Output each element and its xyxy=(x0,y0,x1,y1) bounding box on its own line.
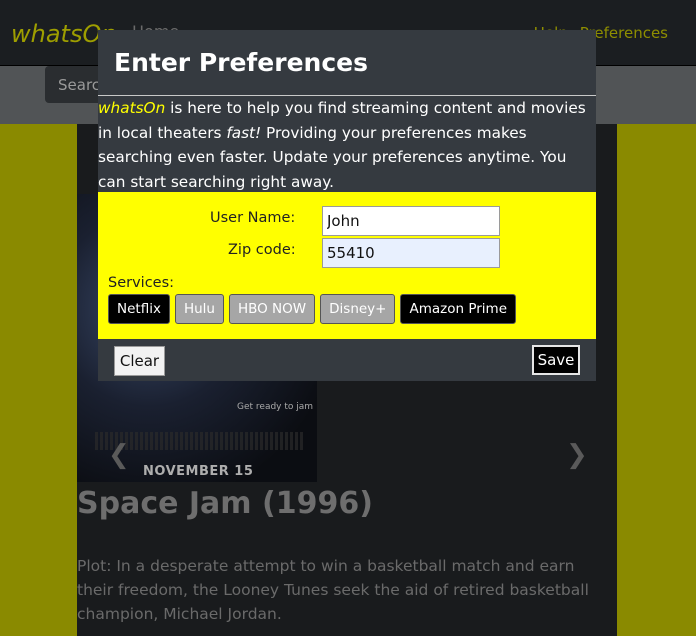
service-hbo-now-button[interactable]: HBO NOW xyxy=(228,294,316,324)
intro-brand: whatsOn xyxy=(98,99,166,117)
service-disney-plus-button[interactable]: Disney+ xyxy=(320,294,396,324)
save-button[interactable]: Save xyxy=(532,345,580,375)
zip-input[interactable] xyxy=(322,238,500,268)
modal-title: Enter Preferences xyxy=(114,48,368,77)
service-hulu-button[interactable]: Hulu xyxy=(174,294,224,324)
movie-title: Space Jam (1996) xyxy=(77,486,373,521)
services-label: Services: xyxy=(108,275,175,291)
poster-release-date: NOVEMBER 15 xyxy=(143,464,254,479)
intro-emphasis: fast! xyxy=(226,123,262,142)
preferences-form: User Name: Zip code: Services: Netflix H… xyxy=(98,192,596,339)
modal-intro-text: whatsOn is here to help you find streami… xyxy=(98,96,596,194)
service-amazon-prime-button[interactable]: Amazon Prime xyxy=(400,294,516,324)
carousel-prev-icon[interactable]: ❮ xyxy=(108,440,130,470)
zip-label: Zip code: xyxy=(228,242,296,258)
service-netflix-button[interactable]: Netflix xyxy=(108,294,170,324)
username-label: User Name: xyxy=(210,210,296,226)
preferences-modal: Enter Preferences whatsOn is here to hel… xyxy=(98,30,596,381)
username-input[interactable] xyxy=(322,206,500,236)
modal-header: Enter Preferences xyxy=(98,30,596,96)
services-group: Netflix Hulu HBO NOW Disney+ Amazon Prim… xyxy=(108,294,516,324)
poster-tagline: Get ready to jam xyxy=(237,402,314,412)
clear-button[interactable]: Clear xyxy=(114,346,165,376)
carousel-next-icon[interactable]: ❯ xyxy=(566,440,588,470)
movie-plot: Plot: In a desperate attempt to win a ba… xyxy=(77,557,589,623)
modal-footer: Clear Save xyxy=(98,339,596,381)
